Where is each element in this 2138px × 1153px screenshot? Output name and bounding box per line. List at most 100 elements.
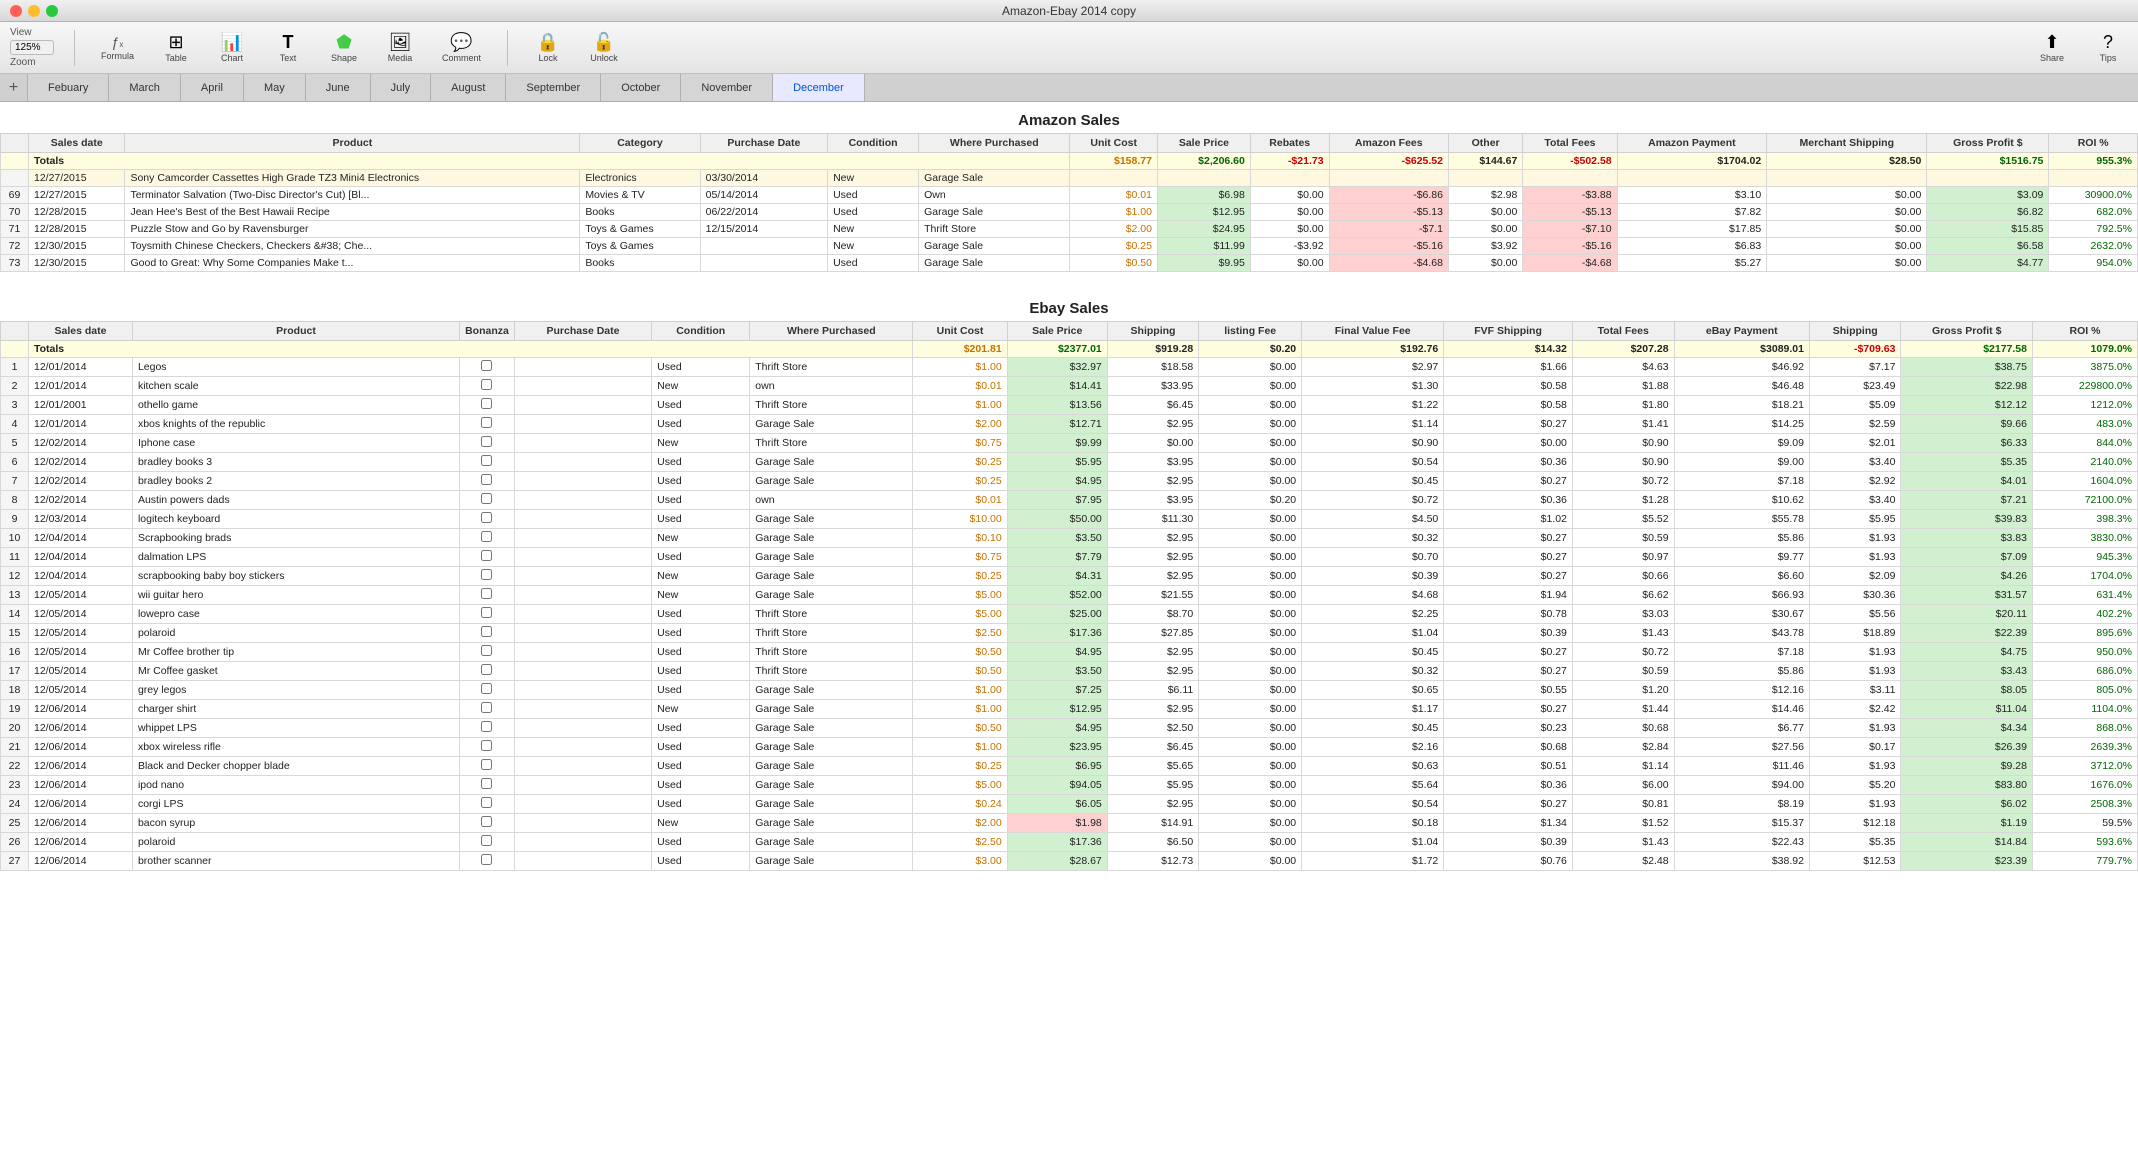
table-row: 24 12/06/2014 corgi LPS Used Garage Sale… bbox=[1, 794, 2138, 813]
window-controls[interactable] bbox=[10, 5, 58, 17]
tips-icon: ? bbox=[2103, 33, 2113, 51]
amazon-total-sale: $2,206.60 bbox=[1157, 153, 1250, 170]
close-button[interactable] bbox=[10, 5, 22, 17]
amazon-totals-row: Totals $158.77 $2,206.60 -$21.73 -$625.5… bbox=[1, 153, 2138, 170]
bonanza-check[interactable] bbox=[481, 550, 492, 561]
table-row: 11 12/04/2014 dalmation LPS Used Garage … bbox=[1, 547, 2138, 566]
ebay-col-where: Where Purchased bbox=[750, 321, 913, 340]
amazon-total-other: $144.67 bbox=[1448, 153, 1522, 170]
share-icon: ⬆ bbox=[2044, 33, 2059, 51]
tab-november[interactable]: November bbox=[681, 74, 773, 101]
toolbar-separator-1 bbox=[74, 30, 75, 66]
add-sheet-button[interactable]: + bbox=[0, 74, 28, 101]
comment-icon: 💬 bbox=[450, 33, 472, 51]
view-zoom-group: View 125% 100% 150% Zoom bbox=[10, 27, 54, 68]
amazon-col-grossprofit: Gross Profit $ bbox=[1927, 134, 2049, 153]
title-bar: Amazon-Ebay 2014 copy bbox=[0, 0, 2138, 22]
bonanza-check[interactable] bbox=[481, 569, 492, 580]
tips-button[interactable]: ? Tips bbox=[2088, 30, 2128, 66]
tab-september[interactable]: September bbox=[506, 74, 601, 101]
tab-febuary[interactable]: Febuary bbox=[28, 74, 109, 101]
lock-button[interactable]: 🔒 Lock bbox=[528, 30, 568, 66]
ebay-header-row: Sales date Product Bonanza Purchase Date… bbox=[1, 321, 2138, 340]
bonanza-check[interactable] bbox=[481, 797, 492, 808]
zoom-select[interactable]: 125% 100% 150% bbox=[10, 40, 54, 55]
bonanza-check[interactable] bbox=[481, 740, 492, 751]
ebay-col-fvf: Final Value Fee bbox=[1302, 321, 1444, 340]
media-label: Media bbox=[388, 53, 413, 63]
tab-july[interactable]: July bbox=[371, 74, 432, 101]
formula-icon: ƒx bbox=[112, 35, 124, 49]
bonanza-check[interactable] bbox=[481, 854, 492, 865]
tab-march[interactable]: March bbox=[109, 74, 181, 101]
tab-may[interactable]: May bbox=[244, 74, 306, 101]
table-row: 25 12/06/2014 bacon syrup New Garage Sal… bbox=[1, 813, 2138, 832]
table-button[interactable]: ⊞ Table bbox=[156, 30, 196, 66]
bonanza-check[interactable] bbox=[481, 816, 492, 827]
minimize-button[interactable] bbox=[28, 5, 40, 17]
table-row: 6 12/02/2014 bradley books 3 Used Garage… bbox=[1, 452, 2138, 471]
bonanza-check[interactable] bbox=[481, 664, 492, 675]
bonanza-check[interactable] bbox=[481, 588, 492, 599]
maximize-button[interactable] bbox=[46, 5, 58, 17]
tab-august[interactable]: August bbox=[431, 74, 506, 101]
table-row: 15 12/05/2014 polaroid Used Thrift Store… bbox=[1, 623, 2138, 642]
share-button[interactable]: ⬆ Share bbox=[2032, 30, 2072, 66]
bonanza-check[interactable] bbox=[481, 835, 492, 846]
unlock-button[interactable]: 🔓 Unlock bbox=[584, 30, 624, 66]
chart-icon: 📊 bbox=[221, 33, 243, 51]
amazon-col-rownum bbox=[1, 134, 29, 153]
formula-button[interactable]: ƒx Formula bbox=[95, 32, 140, 64]
bonanza-check[interactable] bbox=[481, 360, 492, 371]
bonanza-check[interactable] bbox=[481, 607, 492, 618]
lock-icon: 🔒 bbox=[537, 33, 559, 51]
bonanza-check[interactable] bbox=[481, 721, 492, 732]
amazon-table: Sales date Product Category Purchase Dat… bbox=[0, 133, 2138, 290]
tab-december[interactable]: December bbox=[773, 74, 865, 101]
bonanza-check[interactable] bbox=[481, 398, 492, 409]
table-row: 12 12/04/2014 scrapbooking baby boy stic… bbox=[1, 566, 2138, 585]
ebay-col-rownum bbox=[1, 321, 29, 340]
table-row: 27 12/06/2014 brother scanner Used Garag… bbox=[1, 851, 2138, 870]
bonanza-check[interactable] bbox=[481, 531, 492, 542]
amazon-total-shipping: $28.50 bbox=[1767, 153, 1927, 170]
bonanza-check[interactable] bbox=[481, 417, 492, 428]
ebay-totals-row: Totals $201.81 $2377.01 $919.28 $0.20 $1… bbox=[1, 340, 2138, 357]
comment-button[interactable]: 💬 Comment bbox=[436, 30, 487, 66]
media-button[interactable]: 🖼 Media bbox=[380, 30, 420, 66]
amazon-col-condition: Condition bbox=[828, 134, 919, 153]
ebay-col-payment: eBay Payment bbox=[1674, 321, 1809, 340]
bonanza-check[interactable] bbox=[481, 436, 492, 447]
bonanza-check[interactable] bbox=[481, 455, 492, 466]
view-label: View bbox=[10, 27, 32, 38]
bonanza-check[interactable] bbox=[481, 512, 492, 523]
ebay-totals-label: Totals bbox=[29, 340, 913, 357]
text-button[interactable]: T Text bbox=[268, 30, 308, 66]
table-row: 12/27/2015 Sony Camcorder Cassettes High… bbox=[1, 170, 2138, 187]
tab-june[interactable]: June bbox=[306, 74, 371, 101]
bonanza-check[interactable] bbox=[481, 626, 492, 637]
ebay-col-salesdate: Sales date bbox=[29, 321, 133, 340]
tab-april[interactable]: April bbox=[181, 74, 244, 101]
tab-october[interactable]: October bbox=[601, 74, 681, 101]
bonanza-check[interactable] bbox=[481, 493, 492, 504]
bonanza-check[interactable] bbox=[481, 759, 492, 770]
table-row: 72 12/30/2015 Toysmith Chinese Checkers,… bbox=[1, 238, 2138, 255]
spacer bbox=[1, 272, 2138, 290]
bonanza-check[interactable] bbox=[481, 474, 492, 485]
bonanza-check[interactable] bbox=[481, 683, 492, 694]
amazon-total-amzfee: -$625.52 bbox=[1329, 153, 1448, 170]
window-title: Amazon-Ebay 2014 copy bbox=[1002, 4, 1136, 18]
table-row: 23 12/06/2014 ipod nano Used Garage Sale… bbox=[1, 775, 2138, 794]
bonanza-check[interactable] bbox=[481, 645, 492, 656]
ebay-col-roi: ROI % bbox=[2032, 321, 2137, 340]
bonanza-check[interactable] bbox=[481, 778, 492, 789]
bonanza-check[interactable] bbox=[481, 379, 492, 390]
spreadsheet-area[interactable]: Amazon Sales Sales date Product Category… bbox=[0, 102, 2138, 1153]
shape-button[interactable]: ⬟ Shape bbox=[324, 30, 364, 66]
toolbar: View 125% 100% 150% Zoom ƒx Formula ⊞ Ta… bbox=[0, 22, 2138, 74]
bonanza-check[interactable] bbox=[481, 702, 492, 713]
ebay-section-title: Ebay Sales bbox=[0, 290, 2138, 321]
chart-button[interactable]: 📊 Chart bbox=[212, 30, 252, 66]
zoom-label: Zoom bbox=[10, 57, 36, 68]
